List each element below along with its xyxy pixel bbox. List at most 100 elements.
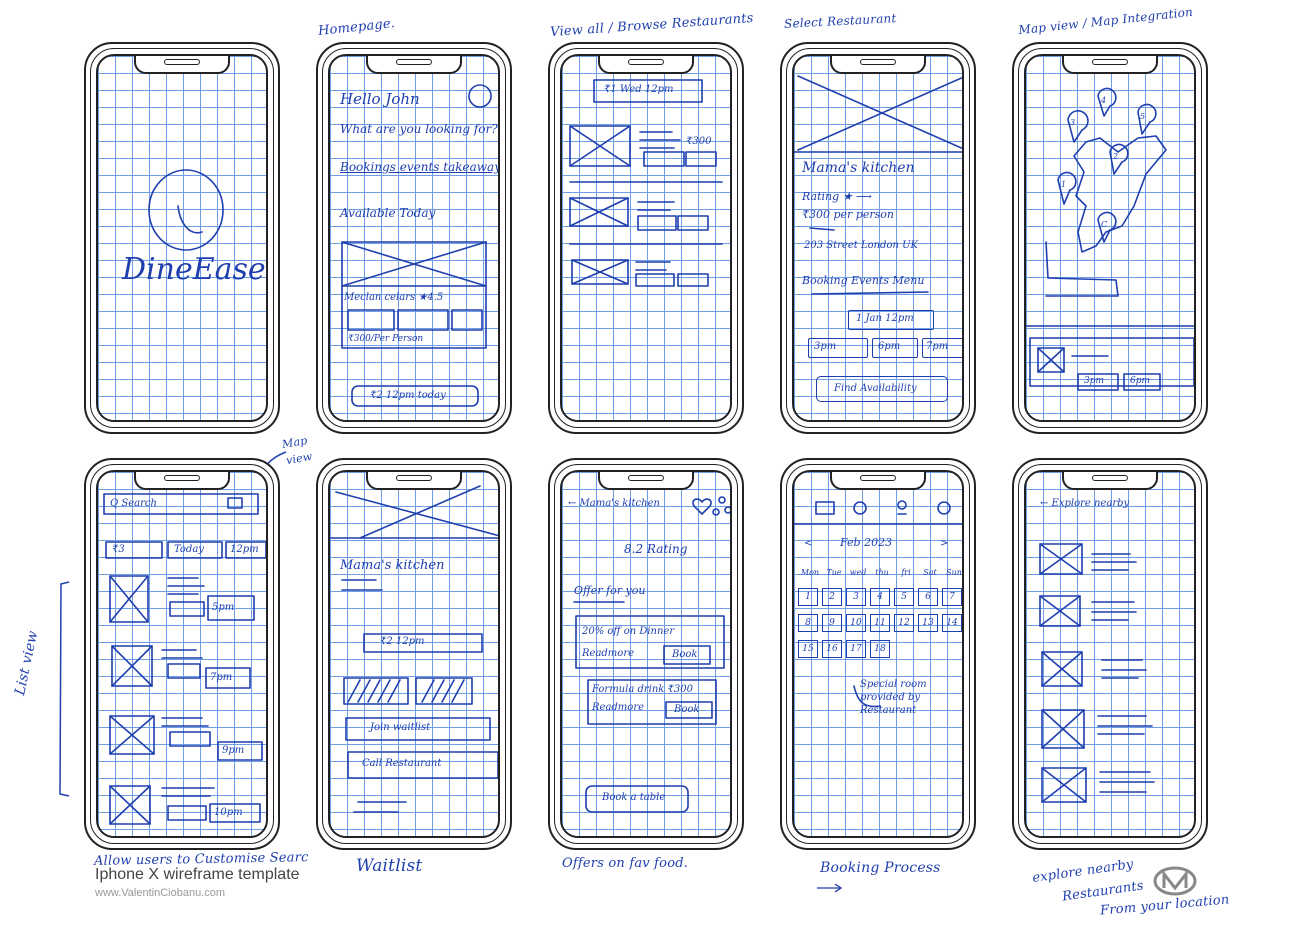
restaurant-tabs[interactable]: Booking Events Menu xyxy=(802,274,924,287)
book-table-button[interactable]: Book a table xyxy=(602,792,665,803)
offer-1-book-button[interactable]: Book xyxy=(672,649,697,660)
calendar-day-cell[interactable]: 17 xyxy=(846,640,866,658)
home-question: What are you looking for? xyxy=(340,122,498,136)
find-availability-label: Find Availability xyxy=(834,383,917,394)
notch xyxy=(366,472,462,490)
caption-booking: Booking Process xyxy=(820,860,941,876)
calendar-day-cell[interactable]: 4 xyxy=(870,588,890,606)
restaurant-time-2-label: 6pm xyxy=(878,341,901,352)
calendar-day-cell[interactable]: 8 xyxy=(798,614,818,632)
notch xyxy=(366,56,462,74)
map-pin-3[interactable]: 3 xyxy=(1070,118,1075,127)
search-filter-price[interactable]: ₹3 xyxy=(112,544,125,555)
offers-heading: Offer for you xyxy=(574,584,646,597)
waitlist-name: Mama's kitchen xyxy=(340,558,445,573)
note-list-view: List view xyxy=(12,629,42,697)
calendar-prev[interactable]: < xyxy=(804,538,812,549)
splash-logo-circle xyxy=(148,169,224,251)
search-time-2[interactable]: 7pm xyxy=(210,672,232,683)
title-map-view: Map view / Map Integration xyxy=(1017,4,1194,38)
offers-back[interactable]: ← Mama's kitchen xyxy=(568,498,660,509)
notch xyxy=(830,56,926,74)
calendar-day-cell[interactable]: 11 xyxy=(870,614,890,632)
calendar-month: Feb 2023 xyxy=(840,536,893,549)
map-pin-c[interactable]: C xyxy=(1101,220,1107,229)
waitlist-slot[interactable]: ₹2 12pm xyxy=(380,636,425,647)
home-greeting: Hello John xyxy=(340,90,420,108)
calendar-weekday: wed xyxy=(849,568,867,577)
map-pin-4[interactable]: 4 xyxy=(1101,96,1106,105)
search-time-1[interactable]: 5pm xyxy=(212,602,234,613)
offer-2-readmore[interactable]: Readmore xyxy=(592,702,644,713)
call-restaurant-button[interactable]: Call Restaurant xyxy=(362,758,441,769)
map-time-1[interactable]: 3pm xyxy=(1084,376,1104,386)
home-cta-button[interactable]: ₹2 12pm today xyxy=(370,390,446,401)
search-filter-day[interactable]: Today xyxy=(174,544,204,555)
home-card-price: ₹300/Per Person xyxy=(348,334,424,344)
restaurant-price: ₹300 per person xyxy=(802,208,894,221)
calendar-weekday: thu xyxy=(875,568,889,577)
offer-2-book-button[interactable]: Book xyxy=(674,704,699,715)
calendar-day-cell[interactable]: 1 xyxy=(798,588,818,606)
calendar-weekday: Sat xyxy=(923,568,937,577)
search-time-4[interactable]: 10pm xyxy=(214,807,243,818)
notch xyxy=(598,56,694,74)
calendar-day-cell[interactable]: 2 xyxy=(822,588,842,606)
phone-waitlist: Mama's kitchen ₹2 12pm Join waitlist Cal… xyxy=(316,458,512,850)
browse-filter[interactable]: ₹1 Wed 12pm xyxy=(604,84,673,95)
calendar-day-cell[interactable]: 16 xyxy=(822,640,842,658)
bracket-list-view xyxy=(59,581,70,797)
calendar-day-cell[interactable]: 12 xyxy=(894,614,914,632)
explore-list xyxy=(1039,543,1155,803)
restaurant-rating: Rating ★ ⟶ xyxy=(802,190,872,203)
notch xyxy=(134,472,230,490)
home-card[interactable] xyxy=(330,56,498,420)
home-card-title: Meclan celars ★4.5 xyxy=(344,292,444,303)
screen-search: Q Search ₹3 Today 12pm 5pm 7pm 9pm 10pm xyxy=(96,470,268,838)
calendar-day-cell[interactable]: 15 xyxy=(798,640,818,658)
calendar-next[interactable]: > xyxy=(940,538,948,549)
calendar-day-cell[interactable]: 3 xyxy=(846,588,866,606)
calendar-day-cell[interactable]: 14 xyxy=(942,614,962,632)
calendar-day-cell[interactable]: 5 xyxy=(894,588,914,606)
home-tabs[interactable]: Bookings events takeaway xyxy=(340,160,498,174)
offer-1-title: 20% off on Dinner xyxy=(582,626,675,637)
calendar-weekday: fri xyxy=(901,568,911,577)
explore-back[interactable]: ← Explore nearby xyxy=(1040,498,1129,509)
map-pin-5[interactable]: 5 xyxy=(1140,112,1145,121)
map-pin-2[interactable]: 2 xyxy=(1113,152,1118,161)
search-time-3[interactable]: 9pm xyxy=(222,745,244,756)
screen-browse: ₹1 Wed 12pm ₹300 xyxy=(560,54,732,422)
screen-select-restaurant: Mama's kitchen Rating ★ ⟶ ₹300 per perso… xyxy=(792,54,964,422)
map-canvas[interactable] xyxy=(1026,56,1194,420)
caption-offers: Offers on fav food. xyxy=(562,856,689,871)
calendar-weekday: Tue xyxy=(826,568,842,577)
screen-explore: ← Explore nearby xyxy=(1024,470,1196,838)
calendar-week-3: 15 16 17 18 xyxy=(798,640,962,660)
template-title: Iphone X wireframe template xyxy=(95,866,300,883)
phone-explore: ← Explore nearby xyxy=(1012,458,1208,850)
calendar-week-2: 8 9 10 11 12 13 14 xyxy=(798,614,962,634)
calendar-day-cell[interactable]: 7 xyxy=(942,588,962,606)
phone-offers: ← Mama's kitchen 8.2 Rating Offer for yo… xyxy=(548,458,744,850)
phone-homepage: Hello John What are you looking for? Boo… xyxy=(316,42,512,434)
browse-list xyxy=(569,79,723,287)
offer-1-readmore[interactable]: Readmore xyxy=(582,648,634,659)
calendar-day-cell[interactable]: 6 xyxy=(918,588,938,606)
calendar-day-cell[interactable]: 18 xyxy=(870,640,890,658)
template-url: www.ValentinCiobanu.com xyxy=(95,887,226,899)
map-time-2[interactable]: 6pm xyxy=(1130,376,1150,386)
notch xyxy=(134,56,230,74)
calendar-day-cell[interactable]: 13 xyxy=(918,614,938,632)
phone-search: Q Search ₹3 Today 12pm 5pm 7pm 9pm 10pm xyxy=(84,458,280,850)
calendar-day-cell[interactable]: 10 xyxy=(846,614,866,632)
splash-brand: DineEase xyxy=(122,252,266,287)
search-input[interactable]: Q Search xyxy=(110,498,157,509)
calendar-day-cell[interactable]: 9 xyxy=(822,614,842,632)
map-pin-1[interactable]: 1 xyxy=(1061,180,1066,189)
calendar-weekdays: Mon Tue wed thu fri Sat Sun xyxy=(798,566,962,580)
join-waitlist-button[interactable]: Join waitlist xyxy=(370,722,430,733)
arrow-booking xyxy=(817,883,843,893)
search-filter-time[interactable]: 12pm xyxy=(230,544,259,555)
offer-2-title: Formula drink ₹300 xyxy=(592,684,693,695)
